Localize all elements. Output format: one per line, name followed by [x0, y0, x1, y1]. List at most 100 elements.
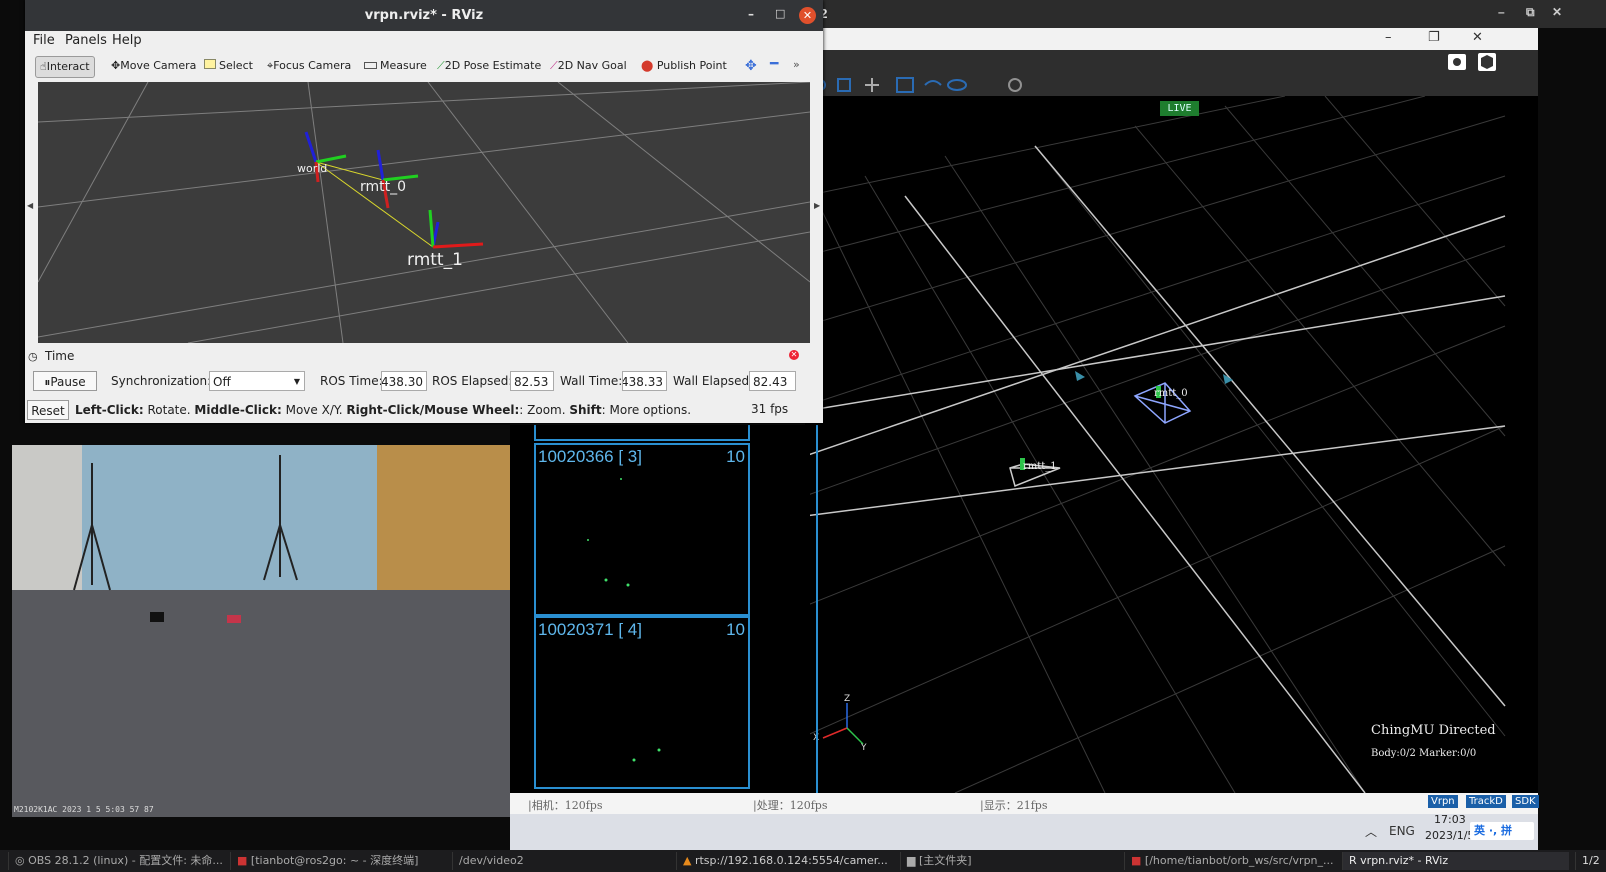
ros-elapsed-field[interactable]: 82.53 [510, 371, 554, 391]
background-window-subbar: – ❐ ✕ [805, 28, 1538, 50]
frame-label-world: world [297, 162, 328, 175]
taskbar-item-rviz[interactable]: R vrpn.rviz* - RViz [1342, 852, 1569, 870]
brand-label: ChingMU Directed [1371, 723, 1496, 738]
close-panel-icon[interactable]: ✕ [789, 350, 799, 360]
taskbar-item-obs[interactable]: ◎ OBS 28.1.2 (linux) - 配置文件: 未命... [8, 852, 225, 870]
editor-icon: ■ [1131, 854, 1142, 867]
terminal-icon: ■ [237, 854, 248, 867]
mocap-grid [805, 96, 1506, 793]
camera-marker-icon [1075, 371, 1085, 381]
menu-help[interactable]: Help [112, 33, 142, 48]
minimize-icon[interactable]: – [1385, 30, 1392, 45]
rviz-3d-view[interactable]: world rmtt_0 rmtt_1 [38, 82, 810, 343]
tray-date: 2023/1/5 [1425, 829, 1475, 842]
menu-file[interactable]: File [33, 33, 55, 48]
camera-feed: M2102K1AC 2023 1 5 5:03 57 87 [12, 445, 510, 817]
workspace-indicator[interactable]: 1/2 [1575, 852, 1606, 870]
ros-time-field[interactable]: 9438.30 [381, 371, 427, 391]
restore-icon[interactable]: ❐ [1428, 30, 1440, 45]
tool-interact[interactable]: ☝Interact [35, 56, 95, 78]
wall-elapsed-label: Wall Elapsed: [673, 374, 754, 388]
collapse-left-icon[interactable]: ◀ [27, 201, 33, 210]
add-tool-icon[interactable]: ✥ [745, 58, 757, 74]
camera-panel-top [534, 425, 750, 441]
pause-button[interactable]: ⏸Pause [33, 371, 97, 391]
close-icon[interactable]: ✕ [1552, 5, 1562, 19]
status-camera: |相机：120fps [528, 799, 603, 812]
tool-2d-nav-goal[interactable]: ⟋2D Nav Goal [546, 56, 631, 76]
maximize-icon[interactable]: □ [775, 7, 785, 20]
rviz-toolbar: ☝Interact ✥Move Camera Select ⌖Focus Cam… [25, 51, 823, 81]
ros-time-label: ROS Time: [320, 374, 383, 388]
remove-tool-icon[interactable]: ━ [770, 56, 778, 72]
select-icon [204, 59, 216, 69]
tf-scene [38, 82, 810, 343]
wall-time-field[interactable]: 9438.33 [622, 371, 667, 391]
tool-2d-pose-estimate[interactable]: ⟋2D Pose Estimate [433, 56, 545, 76]
camera-panel[interactable]: 10020371 [ 4] 10 [534, 616, 750, 789]
reset-button[interactable]: Reset [27, 400, 69, 420]
drone-object [227, 615, 241, 623]
tool-publish-point[interactable]: ⬤ Publish Point [637, 56, 731, 76]
ime-toolbar[interactable]: 英 ·, 拼 [1470, 822, 1534, 840]
tool-focus-camera[interactable]: ⌖Focus Camera [263, 56, 355, 76]
toolbar-icons [814, 53, 1496, 93]
axis-z-label: Z [844, 694, 851, 704]
rviz-icon: R [1349, 854, 1357, 867]
taskbar-item-editor[interactable]: ■ [/home/tianbot/orb_ws/src/vrpn_... [1124, 852, 1341, 870]
tray-time: 17:03 [1434, 813, 1466, 826]
collapse-right-icon[interactable]: ▶ [814, 201, 820, 210]
obs-icon: ◎ [15, 854, 25, 867]
wall-elapsed-field[interactable]: 82.43 [749, 371, 796, 391]
status-strip: |相机：120fps |处理：120fps |显示：21fps Vrpn Tra… [510, 793, 1539, 814]
status-process: |处理：120fps [753, 799, 828, 812]
more-tools-icon[interactable]: » [793, 58, 800, 71]
tool-icon [924, 80, 942, 86]
system-tray: ︿ ENG 17:03 2023/1/5 英 ·, 拼 [510, 813, 1538, 850]
taskbar-item-vlc[interactable]: ▲ rtsp://192.168.0.124:5554/camer... [676, 852, 893, 870]
rviz-title: vrpn.rviz* - RViz [364, 8, 484, 23]
time-panel: ◷ Time ✕ ⏸Pause Synchronization: Off ▼ RO… [25, 348, 823, 423]
camera-panel[interactable]: 10020366 [ 3] 10 [534, 443, 750, 616]
panel-divider [816, 425, 818, 793]
camera-overlay-text: M2102K1AC 2023 1 5 5:03 57 87 [14, 805, 154, 814]
rviz-window: vrpn.rviz* - RViz – □ ✕ File Panels Help… [25, 0, 823, 423]
vrpn-button[interactable]: Vrpn [1428, 795, 1458, 808]
sync-label: Synchronization: [111, 374, 212, 388]
taskbar-item-files[interactable]: ▆ [主文件夹] [900, 852, 1117, 870]
minimize-icon[interactable]: – [748, 7, 754, 21]
ruler-icon [364, 62, 377, 69]
close-icon[interactable]: ✕ [1472, 30, 1483, 45]
frame-rmtt1-axes [428, 209, 484, 249]
folder-icon: ▆ [907, 854, 916, 867]
mocap-3d-viewport[interactable]: rmtt_0 rmtt_1 Z X Y ChingMU Directed Bod… [805, 96, 1538, 793]
vlc-icon: ▲ [683, 854, 692, 867]
eye-icon [947, 79, 967, 91]
trackd-button[interactable]: TrackD [1466, 795, 1506, 808]
fps-label: 31 fps [751, 402, 789, 416]
sdk-button[interactable]: SDK [1512, 795, 1539, 808]
taskbar-item-terminal[interactable]: ■ [tianbot@ros2go: ~ - 深度终端] [230, 852, 437, 870]
tool-move-camera[interactable]: ✥Move Camera [107, 56, 200, 76]
chevron-up-icon[interactable]: ︿ [1365, 823, 1377, 840]
drone-object [150, 612, 164, 622]
object-label: rmtt_0 [1154, 388, 1188, 399]
restore-icon[interactable]: ⧉ [1526, 5, 1535, 20]
close-icon[interactable]: ✕ [799, 7, 816, 24]
background-window-titlebar: eo2 – ⧉ ✕ [805, 0, 1606, 28]
tool-select[interactable]: Select [200, 56, 257, 76]
tool-measure[interactable]: Measure [360, 56, 431, 76]
taskbar-item-video[interactable]: /dev/video2 [452, 852, 669, 870]
hand-icon: ☝ [40, 60, 47, 73]
menu-panels[interactable]: Panels [65, 33, 107, 48]
clock-icon: ◷ [28, 350, 38, 363]
language-indicator[interactable]: ENG [1389, 824, 1415, 838]
background-toolbar [805, 50, 1538, 96]
pink-arrow-icon: ⟋ [550, 59, 558, 72]
tool-icon [896, 77, 914, 93]
gauge-icon [1008, 78, 1022, 92]
axis-y-label: Y [861, 743, 867, 753]
counts-label: Body:0/2 Marker:0/0 [1371, 748, 1477, 759]
minimize-icon[interactable]: – [1498, 5, 1505, 19]
sync-select[interactable]: Off ▼ [209, 371, 305, 391]
